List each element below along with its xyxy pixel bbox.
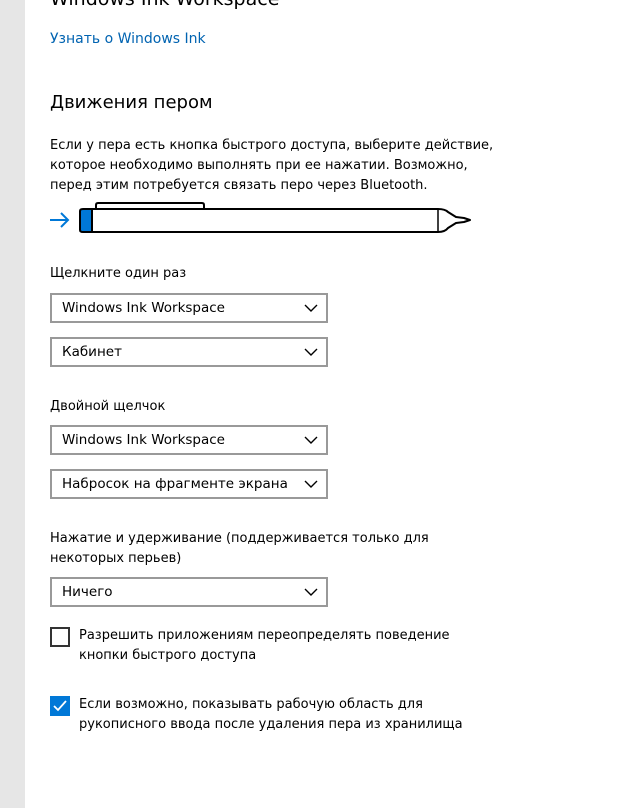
- settings-content: Windows Ink Workspace Узнать о Windows I…: [50, 0, 610, 808]
- chevron-down-icon: [304, 304, 318, 312]
- learn-windows-ink-link[interactable]: Узнать о Windows Ink: [50, 31, 206, 47]
- pen-illustration-graphic: [50, 202, 471, 233]
- pen-shortcuts-description: Если у пера есть кнопка быстрого доступа…: [50, 138, 494, 193]
- dropdown-value: Windows Ink Workspace: [62, 432, 225, 448]
- override-shortcut-checkbox[interactable]: [50, 627, 70, 647]
- chevron-down-icon: [304, 588, 318, 596]
- click-once-action-dropdown[interactable]: Кабинет: [50, 337, 328, 367]
- pen-shortcuts-title: Движения пером: [50, 92, 213, 113]
- click-once-app-dropdown[interactable]: Windows Ink Workspace: [50, 293, 328, 323]
- press-hold-label: Нажатие и удерживание (поддерживается то…: [50, 531, 429, 566]
- dropdown-value: Ничего: [62, 584, 113, 600]
- dropdown-value: Windows Ink Workspace: [62, 300, 225, 316]
- chevron-down-icon: [304, 436, 318, 444]
- override-shortcut-label[interactable]: Разрешить приложениям переопределять пов…: [79, 626, 499, 666]
- press-hold-dropdown[interactable]: Ничего: [50, 577, 328, 607]
- chevron-down-icon: [304, 348, 318, 356]
- double-click-action-dropdown[interactable]: Набросок на фрагменте экрана: [50, 469, 328, 499]
- click-once-label: Щелкните один раз: [50, 266, 187, 281]
- sidebar-edge: [0, 0, 25, 808]
- dropdown-value: Кабинет: [62, 344, 122, 360]
- pen-illustration: [50, 202, 480, 240]
- checkmark-icon: [53, 700, 67, 712]
- section-title-windows-ink: Windows Ink Workspace: [50, 0, 279, 10]
- chevron-down-icon: [304, 480, 318, 488]
- double-click-label: Двойной щелчок: [50, 399, 166, 414]
- show-workspace-label[interactable]: Если возможно, показывать рабочую област…: [79, 695, 499, 735]
- dropdown-value: Набросок на фрагменте экрана: [62, 476, 288, 492]
- double-click-app-dropdown[interactable]: Windows Ink Workspace: [50, 425, 328, 455]
- show-workspace-checkbox[interactable]: [50, 696, 70, 716]
- arrow-right-icon: [50, 212, 70, 228]
